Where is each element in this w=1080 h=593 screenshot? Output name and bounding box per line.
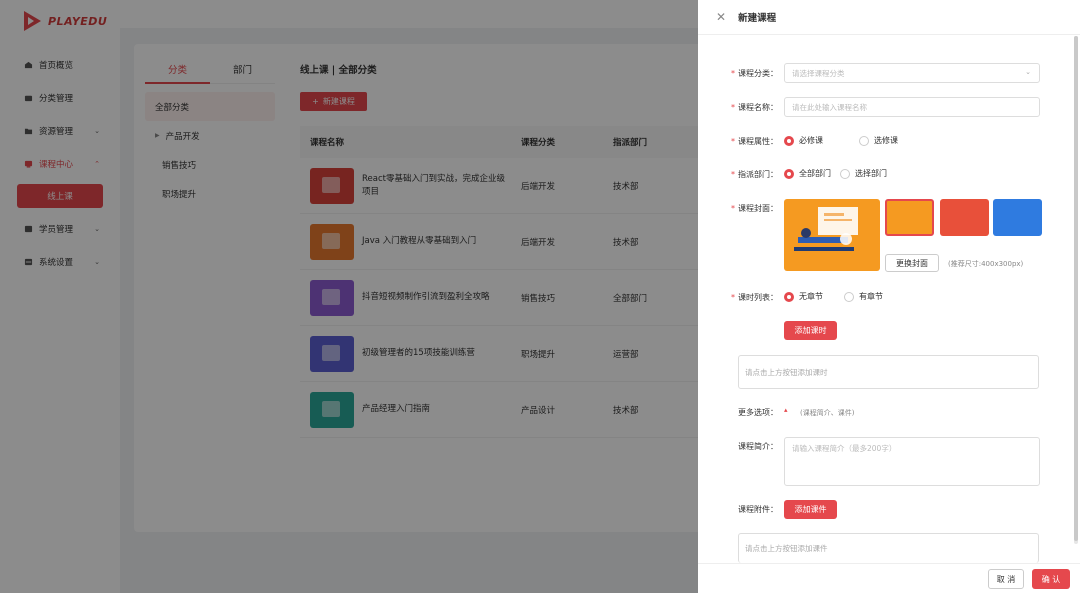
radio-dot-checked	[784, 291, 794, 302]
close-icon[interactable]: ✕	[716, 10, 726, 24]
cover-option-3[interactable]	[993, 199, 1042, 236]
attr-label-text: 课程属性：	[738, 137, 778, 146]
cover-option-1[interactable]	[885, 199, 934, 236]
radio-dot-checked	[784, 168, 794, 179]
attachment-label: 课程附件：	[738, 505, 778, 514]
cover-label: * 课程封面：	[731, 203, 778, 214]
more-options-hint: (课程简介、课件)	[800, 409, 855, 417]
cover-illustration	[794, 207, 858, 251]
attr-radio-group: 必修课 选修课	[784, 135, 920, 146]
attr-label: * 课程属性：	[731, 136, 778, 147]
drawer-title: 新建课程	[738, 13, 777, 24]
radio-all-departments[interactable]: 全部部门	[784, 168, 831, 179]
confirm-button[interactable]: 确 认	[1032, 569, 1070, 589]
intro-label: 课程简介：	[738, 442, 778, 451]
dept-label: * 指派部门：	[731, 169, 778, 180]
category-label-text: 课程分类：	[738, 69, 778, 78]
category-label: * 课程分类：	[731, 68, 778, 79]
dept-label-text: 指派部门：	[738, 170, 778, 179]
radio-label: 选修课	[874, 136, 898, 145]
chevron-down-icon: ⌄	[1025, 68, 1031, 76]
name-label: * 课程名称：	[731, 102, 778, 113]
radio-elective-course[interactable]: 选修课	[859, 135, 898, 146]
required-mark: *	[731, 170, 735, 179]
add-attachment-button[interactable]: 添加课件	[784, 500, 837, 519]
required-mark: *	[731, 69, 735, 78]
drawer-footer: 取 消 确 认	[698, 563, 1080, 593]
radio-dot	[859, 135, 869, 146]
cover-label-text: 课程封面：	[738, 204, 778, 213]
radio-dot	[840, 168, 850, 179]
radio-label: 选择部门	[855, 169, 887, 178]
more-options-label: 更多选项：	[738, 408, 778, 417]
radio-with-chapters[interactable]: 有章节	[844, 291, 883, 302]
intro-textarea[interactable]: 请输入课程简介（最多200字）	[784, 437, 1040, 486]
add-lesson-button[interactable]: 添加课时	[784, 321, 837, 340]
radio-select-department[interactable]: 选择部门	[840, 168, 887, 179]
name-label-text: 课程名称：	[738, 103, 778, 112]
change-cover-button[interactable]: 更换封面	[885, 254, 939, 272]
name-placeholder: 请在此处输入课程名称	[792, 102, 867, 112]
drawer-header: ✕ 新建课程	[698, 0, 1080, 35]
cover-size-hint: (推荐尺寸:400x300px)	[948, 260, 1024, 268]
lesson-label: * 课时列表：	[731, 292, 778, 303]
lesson-label-text: 课时列表：	[738, 293, 778, 302]
category-placeholder: 请选择课程分类	[792, 68, 845, 78]
cover-option-2[interactable]	[940, 199, 989, 236]
attachment-list-empty: 请点击上方按钮添加课件	[738, 533, 1039, 563]
caret-up-icon[interactable]: ▴	[784, 406, 788, 414]
lesson-list-empty: 请点击上方按钮添加课时	[738, 355, 1039, 389]
new-course-drawer: ✕ 新建课程 * 课程分类： 请选择课程分类 ⌄ * 课程名称： 请在此处输入课程名…	[698, 0, 1080, 593]
radio-dot	[844, 291, 854, 302]
radio-label: 无章节	[799, 292, 823, 301]
radio-label: 必修课	[799, 136, 823, 145]
required-mark: *	[731, 103, 735, 112]
dept-radio-group: 全部部门 选择部门	[784, 168, 909, 179]
radio-label: 有章节	[859, 292, 883, 301]
cover-preview	[784, 199, 880, 271]
radio-no-chapters[interactable]: 无章节	[784, 291, 823, 302]
course-name-input[interactable]: 请在此处输入课程名称	[784, 97, 1040, 117]
required-mark: *	[731, 137, 735, 146]
scrollbar[interactable]	[1074, 36, 1078, 544]
radio-dot-checked	[784, 135, 794, 146]
category-select[interactable]: 请选择课程分类 ⌄	[784, 63, 1040, 83]
radio-label: 全部部门	[799, 169, 831, 178]
modal-overlay[interactable]	[0, 0, 698, 593]
required-mark: *	[731, 293, 735, 302]
cancel-button[interactable]: 取 消	[988, 569, 1024, 589]
required-mark: *	[731, 204, 735, 213]
lesson-radio-group: 无章节 有章节	[784, 291, 905, 302]
radio-required-course[interactable]: 必修课	[784, 135, 823, 146]
